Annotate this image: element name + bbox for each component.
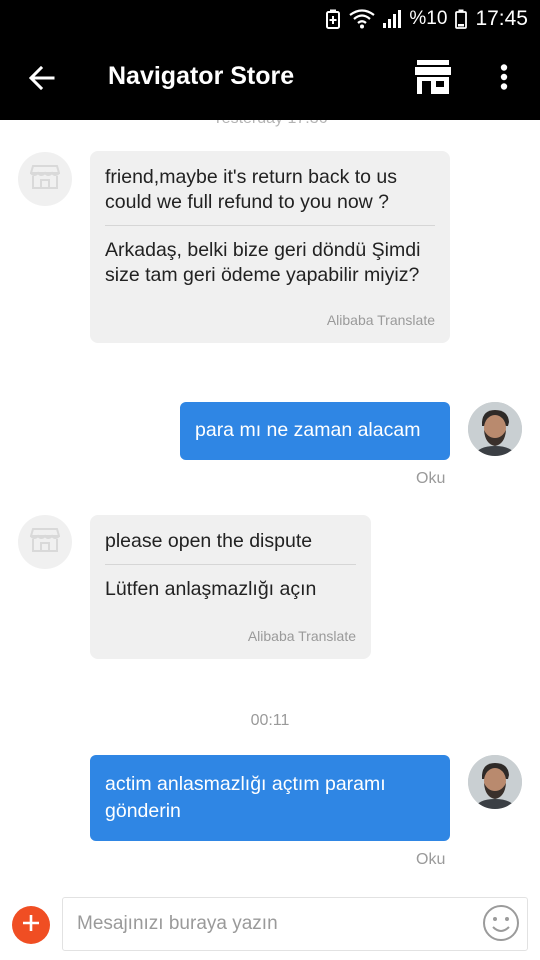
translation-divider	[105, 564, 356, 565]
status-bar: %10 17:45	[0, 0, 540, 38]
more-options-button[interactable]	[488, 58, 520, 100]
battery-saver-icon	[325, 9, 341, 29]
translate-credit: Alibaba Translate	[326, 312, 435, 328]
message-text: para mı ne zaman alacam	[195, 419, 421, 441]
date-separator: Yesterday 17:36	[0, 120, 540, 128]
battery-icon	[455, 9, 468, 29]
outgoing-message[interactable]: para mı ne zaman alacam	[180, 402, 450, 460]
translate-credit: Alibaba Translate	[247, 628, 356, 644]
more-vertical-icon	[500, 63, 508, 95]
emoji-icon	[482, 904, 520, 947]
message-original-text: please open the dispute	[105, 530, 313, 552]
incoming-message[interactable]: friend,maybe it's return back to us coul…	[90, 151, 450, 343]
store-button[interactable]	[410, 58, 456, 100]
message-translated-text: Lütfen anlaşmazlığı açın	[105, 578, 317, 600]
add-attachment-button[interactable]	[12, 906, 50, 944]
message-list[interactable]: Yesterday 17:36 friend,maybe it's return…	[0, 120, 540, 892]
user-avatar[interactable]	[468, 402, 522, 456]
translation-divider	[105, 225, 435, 226]
store-title: Navigator Store	[108, 62, 295, 90]
battery-percent: %10	[409, 8, 448, 29]
chat-screen: %10 17:45 Navigator Store Yesterday 17:3…	[0, 0, 540, 960]
add-icon	[21, 913, 41, 938]
message-input[interactable]	[63, 898, 473, 950]
outgoing-message[interactable]: actim anlasmazlığı açtım paramı gönderin	[90, 755, 450, 841]
message-text: actim anlasmazlığı açtım paramı gönderin	[105, 773, 386, 822]
time-separator: 00:11	[250, 712, 290, 729]
user-avatar[interactable]	[468, 755, 522, 809]
store-avatar[interactable]	[18, 515, 72, 569]
storefront-icon	[29, 164, 61, 195]
message-original-text: friend,maybe it's return back to us coul…	[105, 166, 398, 213]
message-input-bar	[0, 892, 540, 960]
wifi-icon	[349, 9, 376, 29]
toolbar: Navigator Store	[0, 38, 540, 120]
store-avatar[interactable]	[18, 152, 72, 206]
store-icon	[414, 59, 452, 99]
incoming-message[interactable]: please open the dispute Lütfen anlaşmazl…	[90, 515, 371, 659]
user-photo	[468, 755, 522, 809]
back-button[interactable]	[22, 60, 62, 100]
status-time: 17:45	[475, 7, 528, 30]
read-status: Oku	[416, 851, 446, 868]
message-translated-text: Arkadaş, belki bize geri döndü Şimdi siz…	[105, 239, 421, 286]
user-photo	[468, 402, 522, 456]
emoji-button[interactable]	[481, 904, 521, 947]
message-input-container	[62, 897, 528, 951]
storefront-icon	[29, 527, 61, 558]
back-arrow-icon	[28, 65, 55, 95]
signal-icon	[383, 9, 402, 29]
read-status: Oku	[416, 470, 446, 487]
